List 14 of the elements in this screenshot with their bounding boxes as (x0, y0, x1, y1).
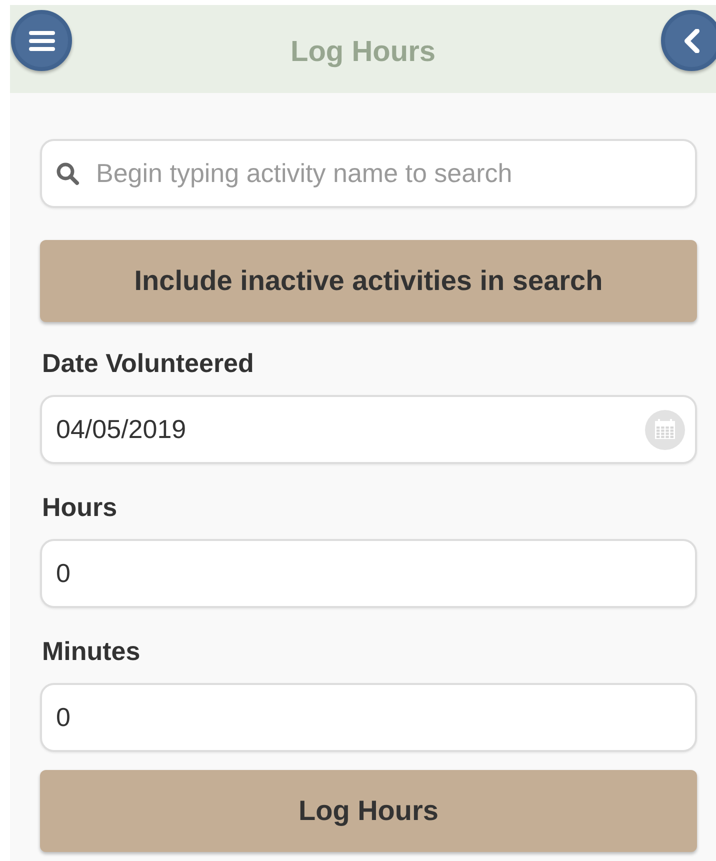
field-label: Hours (42, 492, 118, 523)
date-field[interactable]: 04/05/2019 (40, 395, 697, 464)
menu-icon (28, 30, 54, 52)
field-label: Minutes (42, 636, 142, 667)
chevron-left-icon (684, 28, 700, 52)
menu-button[interactable] (11, 10, 72, 71)
search-field[interactable]: Begin typing activity name to search (40, 139, 697, 208)
search-icon (56, 162, 80, 186)
back-button[interactable] (661, 10, 716, 71)
field-label: Date Volunteered (42, 348, 255, 379)
number-field[interactable]: 0 (40, 683, 697, 752)
log-hours-button[interactable]: Log Hours (40, 770, 697, 852)
number-field[interactable]: 0 (40, 539, 697, 608)
page-title: Log Hours (290, 36, 436, 68)
